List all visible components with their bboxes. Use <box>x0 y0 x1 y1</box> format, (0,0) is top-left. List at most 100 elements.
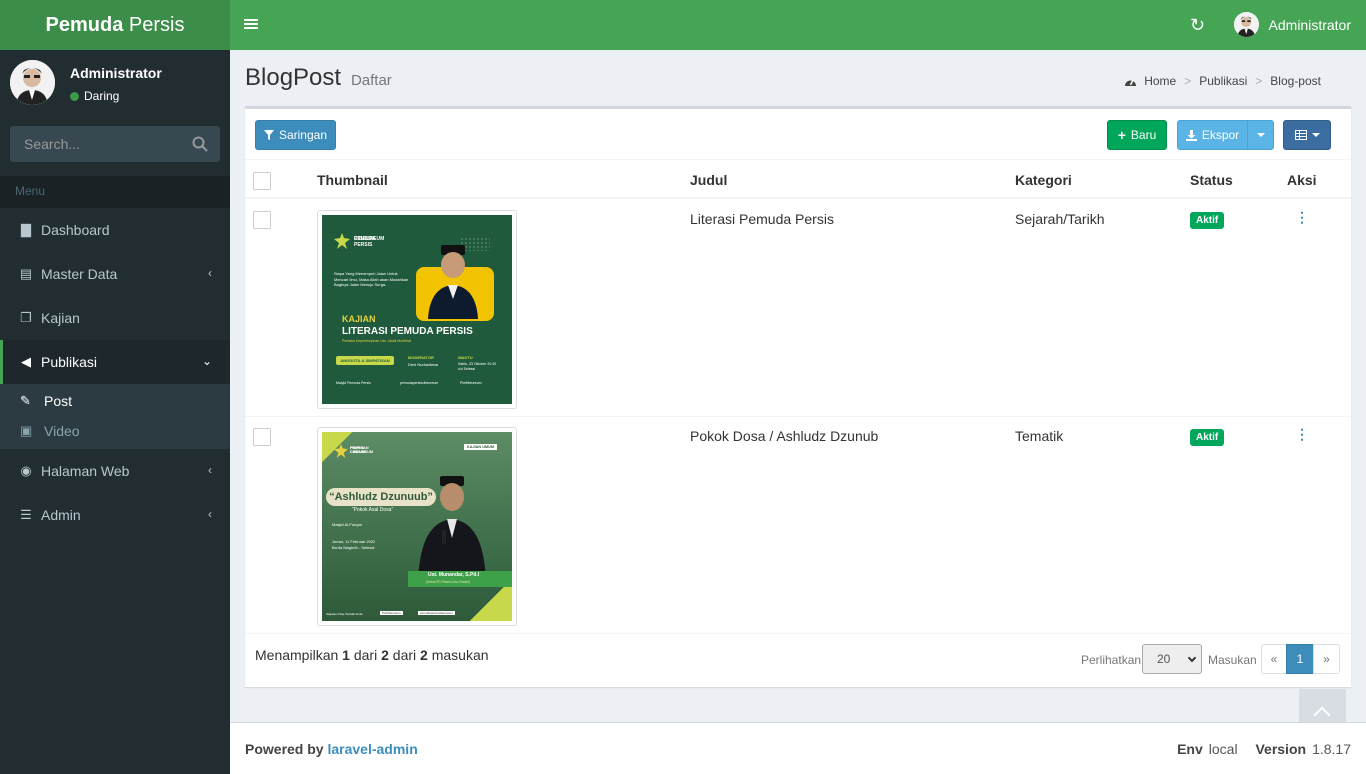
breadcrumb-home[interactable]: Home <box>1124 74 1176 88</box>
summary-text: dari <box>353 647 378 663</box>
user-panel: Administrator Daring <box>0 50 230 116</box>
breadcrumb-publikasi[interactable]: Publikasi <box>1199 74 1247 88</box>
speaker-photo <box>418 476 486 582</box>
poster-date: Jumat, 11 Februari 2022 <box>332 539 376 544</box>
chevron-down-icon <box>1187 653 1197 663</box>
poster-ashludz: PIMPINAN CABANG PERSIS CIBEUREUM KAJIAN … <box>322 432 512 621</box>
sidebar-item-label: Master Data <box>41 266 118 282</box>
speaker-photo <box>428 245 478 319</box>
summary-text: dari <box>392 647 417 663</box>
new-label: Baru <box>1130 128 1157 142</box>
caret-down-icon <box>1311 133 1320 137</box>
sidebar-item-label: Publikasi <box>41 354 98 370</box>
poster-chip: ANGGOTA & SIMPATISAN <box>336 356 394 365</box>
pagination-summary: Menampilkan 1 dari 2 dari 2 masukan <box>255 647 489 663</box>
grid-box: Saringan + Baru Ekspor Thumbnail Judul K… <box>245 106 1351 687</box>
table-row: PEMUDA PERSIS CIBEUREUM Siapa Yang Menem… <box>245 200 1351 417</box>
powered-text: Powered by <box>245 741 324 757</box>
file-video-icon: ▣ <box>20 423 33 438</box>
per-page-select[interactable]: 20 <box>1142 644 1202 674</box>
powered-by: Powered by laravel-admin <box>245 741 418 757</box>
status-badge: Aktif <box>1190 212 1225 229</box>
sidebar-item-master-data[interactable]: ▤ Master Data ‹ <box>0 252 230 296</box>
export-label: Ekspor <box>1201 128 1240 142</box>
row-category: Sejarah/Tarikh <box>1015 211 1105 227</box>
sidebar-item-publikasi[interactable]: ◀ Publikasi ⌄ <box>0 340 230 384</box>
bullhorn-icon: ◀ <box>21 354 31 369</box>
columns-button[interactable] <box>1283 120 1331 150</box>
laravel-admin-link[interactable]: laravel-admin <box>327 741 417 757</box>
poster-time: Ba'da Maghrib - Selesai <box>332 545 375 550</box>
row-actions-icon[interactable]: ⋮ <box>1295 426 1309 443</box>
export-dropdown-button[interactable] <box>1247 120 1274 150</box>
sidebar-item-halaman-web[interactable]: ◉ Halaman Web ‹ <box>0 449 230 493</box>
poster-quote: Siapa Yang Menempuh Jalan Untuk Mencari … <box>334 271 409 288</box>
search-icon[interactable] <box>192 136 208 152</box>
poster-speaker: Ust. Munandar, S.Pd.I <box>428 572 480 578</box>
chevron-left-icon: ‹ <box>208 507 212 521</box>
chevron-down-icon: ⌄ <box>201 354 212 368</box>
poster-literasi: PEMUDA PERSIS CIBEUREUM Siapa Yang Menem… <box>322 215 512 404</box>
poster-web: pemudapersiscibeureum <box>400 381 439 385</box>
select-all-checkbox[interactable] <box>253 172 271 190</box>
chevron-left-icon: ‹ <box>208 266 212 280</box>
row-actions-icon[interactable]: ⋮ <box>1295 209 1309 226</box>
menu-toggle-icon[interactable] <box>244 17 258 33</box>
filter-button[interactable]: Saringan <box>255 120 336 150</box>
plus-icon: + <box>1117 127 1126 143</box>
main-footer: Powered by laravel-admin Env local Versio… <box>230 722 1366 774</box>
row-title: Pokok Dosa / Ashludz Dzunub <box>690 428 879 444</box>
thumbnail-image[interactable]: PEMUDA PERSIS CIBEUREUM Siapa Yang Menem… <box>317 210 517 409</box>
sidebar-item-label: Admin <box>41 507 81 523</box>
edit-icon: ✎ <box>20 393 31 408</box>
row-checkbox[interactable] <box>253 211 271 229</box>
sidebar-subitem-label: Video <box>44 423 80 439</box>
next-page-button[interactable]: » <box>1313 644 1340 674</box>
sidebar-item-kajian[interactable]: ❐ Kajian <box>0 296 230 340</box>
caret-down-icon <box>1256 133 1265 137</box>
footer-meta: Env local Version 1.8.17 <box>1163 741 1351 757</box>
persis-logo-icon <box>334 444 348 458</box>
new-button[interactable]: + Baru <box>1107 120 1167 150</box>
sidebar-subitem-video[interactable]: ▣ Video <box>0 416 230 446</box>
column-title: Judul <box>690 172 728 188</box>
refresh-icon[interactable]: ↻ <box>1190 15 1205 36</box>
env-value: local <box>1208 741 1238 757</box>
prev-page-button[interactable]: « <box>1261 644 1287 674</box>
poster-fb: Pimfibeureum <box>460 381 482 385</box>
column-thumbnail: Thumbnail <box>317 172 388 188</box>
per-page-label: Perlihatkan <box>1081 653 1142 667</box>
row-checkbox[interactable] <box>253 428 271 446</box>
breadcrumb-current: Blog-post <box>1270 74 1321 88</box>
online-dot-icon <box>70 91 79 101</box>
archive-icon: ▤ <box>19 266 33 281</box>
sidebar-user-name: Administrator <box>70 65 162 81</box>
table-header: Thumbnail Judul Kategori Status Aksi <box>245 159 1351 199</box>
row-title: Literasi Pemuda Persis <box>690 211 834 227</box>
column-category: Kategori <box>1015 172 1072 188</box>
chrome-icon: ◉ <box>20 463 32 478</box>
avatar <box>10 60 55 105</box>
page-1-button[interactable]: 1 <box>1286 644 1314 674</box>
poster-headline: LITERASI PEMUDA PERSIS <box>342 326 473 337</box>
poster-sub: “Pokok Asal Dosa” <box>352 507 394 513</box>
filter-label: Saringan <box>278 128 328 142</box>
version-value: 1.8.17 <box>1312 741 1351 757</box>
page-title: BlogPost <box>245 64 342 91</box>
search-input[interactable] <box>10 126 180 162</box>
sidebar-item-label: Dashboard <box>41 222 110 238</box>
sidebar-subitem-post[interactable]: ✎ Post <box>0 386 230 416</box>
sidebar: Administrator Daring Menu ▇ Dashboard ▤ … <box>0 50 230 774</box>
poster-fb: PCPibeureum <box>380 611 403 615</box>
avatar <box>1233 12 1259 37</box>
sidebar-item-admin[interactable]: ☰ Admin ‹ <box>0 493 230 537</box>
navbar-user-menu[interactable]: Administrator <box>1233 12 1351 37</box>
sidebar-item-dashboard[interactable]: ▇ Dashboard <box>0 208 230 252</box>
thumbnail-image[interactable]: PIMPINAN CABANG PERSIS CIBEUREUM KAJIAN … <box>317 427 517 626</box>
export-button[interactable]: Ekspor <box>1177 120 1248 150</box>
brand-logo[interactable]: Pemuda Persis <box>0 0 230 50</box>
table-row: PIMPINAN CABANG PERSIS CIBEUREUM KAJIAN … <box>245 417 1351 634</box>
poster-label: KAJIAN <box>342 314 376 324</box>
summary-text: masukan <box>431 647 489 663</box>
content-header: BlogPost Daftar <box>245 64 392 92</box>
